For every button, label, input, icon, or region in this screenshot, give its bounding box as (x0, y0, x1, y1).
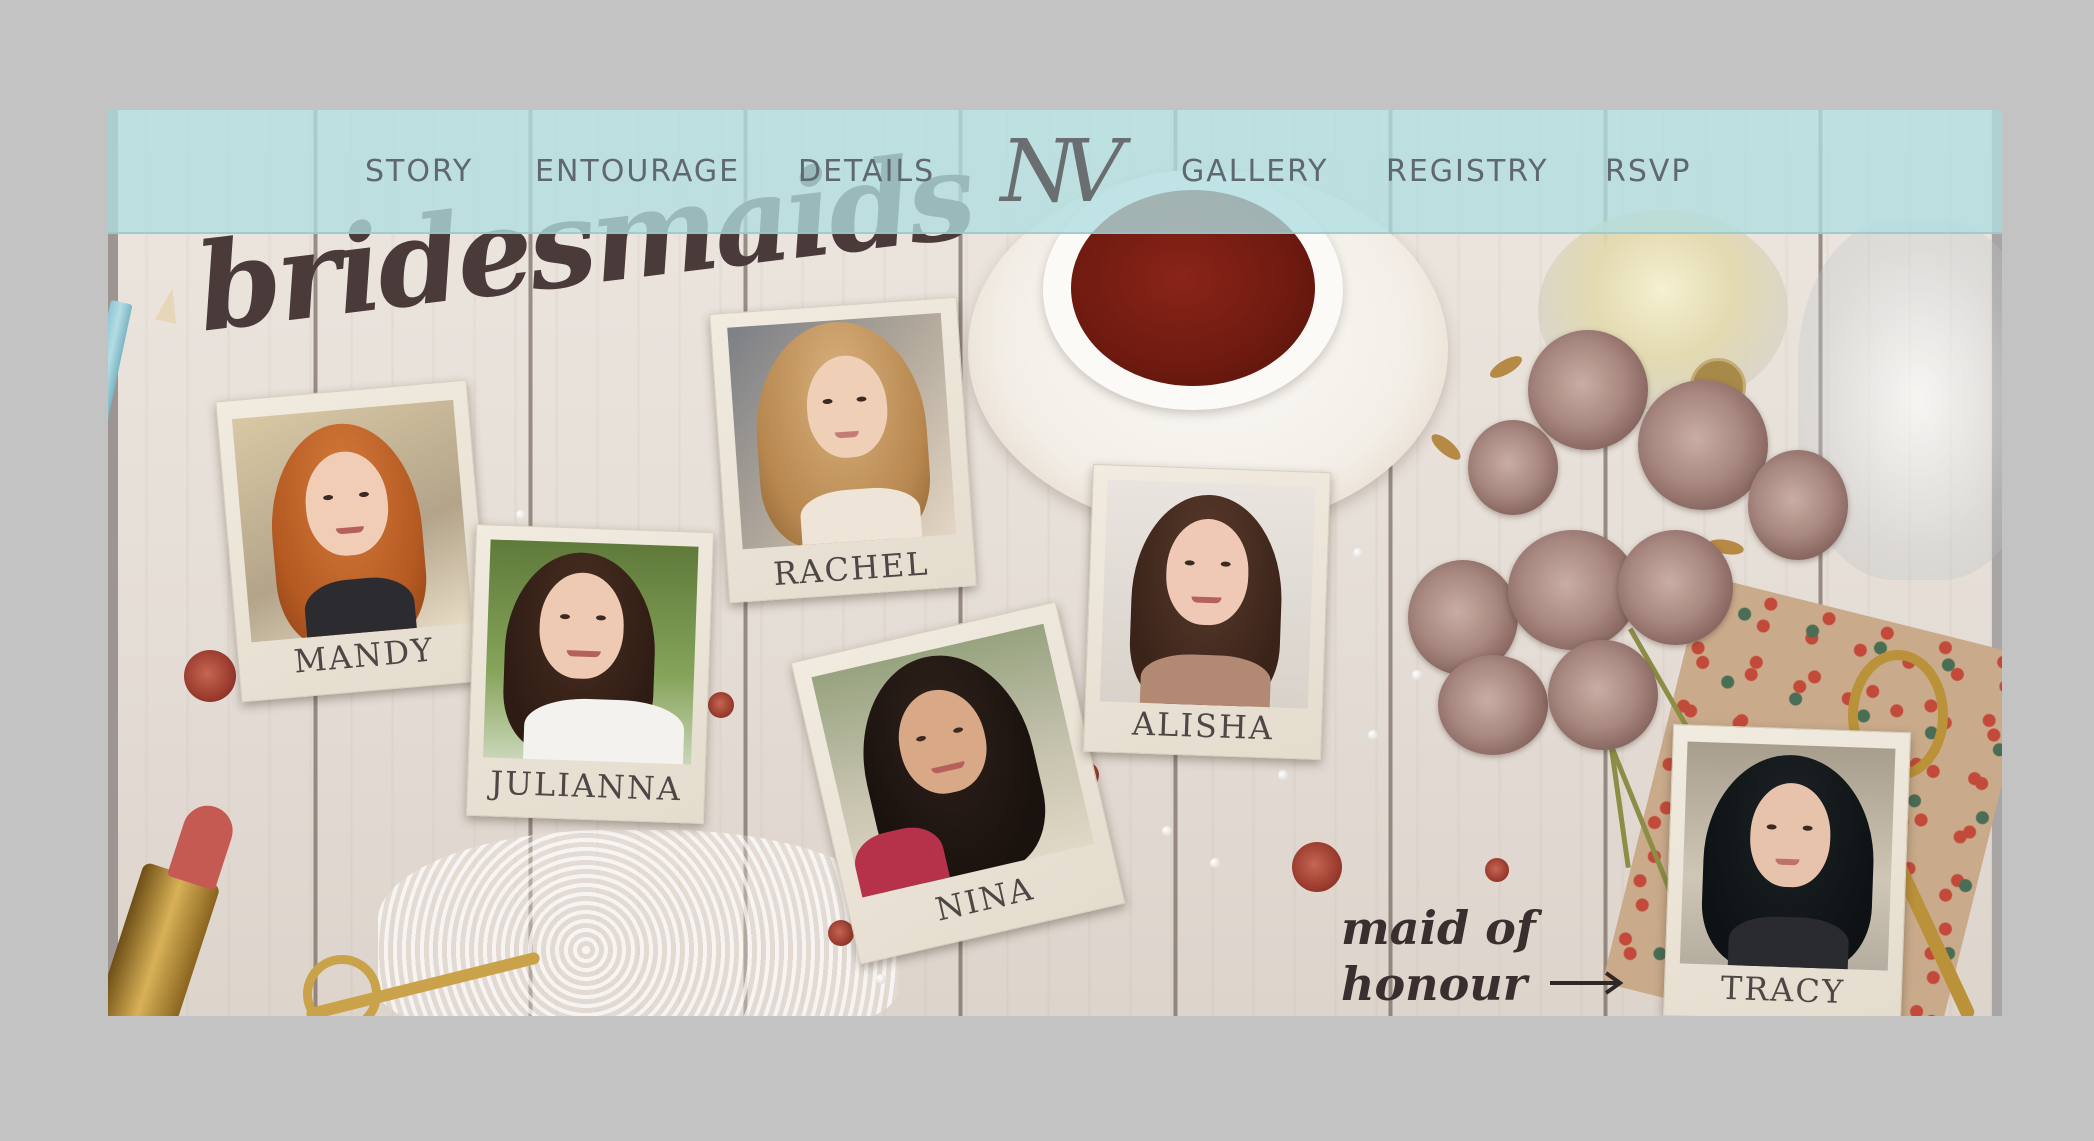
lipstick-tip-decor (166, 799, 240, 891)
paper-rose-decor (1618, 530, 1733, 645)
pearl-decor (1162, 826, 1172, 836)
bridesmaid-card-mandy[interactable]: MANDY (215, 379, 493, 703)
nav-item-details[interactable]: DETAILS (798, 152, 935, 192)
maid-of-honour-photo (1679, 741, 1896, 971)
pearl-decor (1412, 670, 1422, 680)
arrow-right-icon (1550, 971, 1624, 995)
bridesmaid-photo (483, 539, 699, 765)
bridesmaid-name: ALISHA (1131, 704, 1275, 748)
red-rose-decor (1292, 842, 1342, 892)
paper-rose-decor (1528, 330, 1648, 450)
key-bow-left-decor (303, 955, 381, 1016)
bridesmaid-name: JULIANNA (489, 763, 683, 809)
pencil-tip-decor (154, 286, 184, 324)
leaf-decor (1427, 430, 1465, 464)
maid-of-honour-name: TRACY (1720, 968, 1846, 1012)
pearl-decor (1278, 770, 1288, 780)
bridesmaid-photo (811, 623, 1095, 898)
paper-rose-decor (1438, 655, 1548, 755)
red-rose-decor (184, 650, 236, 702)
bridesmaid-photo (1099, 479, 1316, 709)
nv-logo[interactable]: NV (980, 122, 1130, 222)
nav-item-gallery[interactable]: GALLERY (1181, 152, 1328, 192)
nav-item-entourage[interactable]: ENTOURAGE (535, 152, 740, 192)
bridesmaid-photo (231, 399, 473, 643)
maid-of-honour-card-tracy[interactable]: TRACY (1662, 723, 1912, 1016)
paper-rose-decor (1468, 420, 1558, 515)
leaf-decor (1486, 351, 1526, 383)
bridesmaid-name: RACHEL (772, 544, 931, 594)
main-nav: STORY ENTOURAGE DETAILS NV GALLERY REGIS… (108, 110, 2002, 234)
pearl-decor (876, 974, 886, 984)
bridesmaid-card-rachel[interactable]: RACHEL (709, 296, 977, 604)
bridesmaid-card-julianna[interactable]: JULIANNA (465, 523, 715, 825)
nav-item-registry[interactable]: REGISTRY (1386, 152, 1549, 192)
nav-item-story[interactable]: STORY (365, 152, 473, 192)
pearl-decor (516, 510, 526, 520)
pearl-decor (1210, 858, 1220, 868)
paper-rose-decor (1548, 640, 1658, 750)
bridesmaid-card-alisha[interactable]: ALISHA (1083, 463, 1331, 761)
maid-of-honour-label: maid of honour (1341, 901, 1536, 1011)
lace-ribbon-decor (378, 830, 898, 1016)
frame-edge-left (108, 110, 118, 1016)
red-rose-decor (708, 692, 734, 718)
nav-item-rsvp[interactable]: RSVP (1605, 152, 1692, 192)
paper-rose-decor (1748, 450, 1848, 560)
bridesmaid-photo (727, 312, 957, 550)
red-rose-decor (1485, 858, 1509, 882)
pearl-decor (1368, 730, 1378, 740)
hero-scene: bridesmaids MANDY JULIANNA RACHEL NINA A… (108, 110, 2002, 1016)
paper-rose-decor (1638, 380, 1768, 510)
pearl-decor (1353, 548, 1363, 558)
